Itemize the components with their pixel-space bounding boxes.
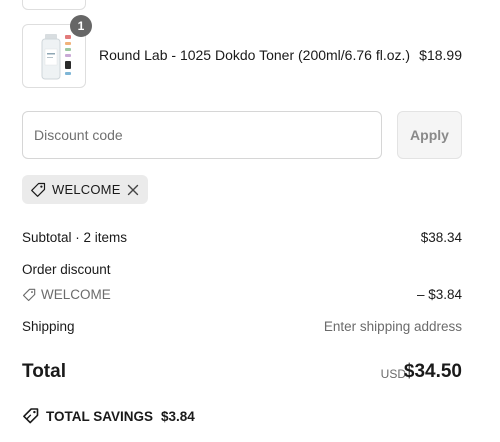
total-savings: TOTAL SAVINGS $3.84 — [22, 407, 195, 425]
total-savings-value: $3.84 — [161, 408, 195, 424]
shipping-label: Shipping — [22, 319, 75, 334]
order-discount-label: Order discount — [22, 262, 111, 277]
previous-product-thumbnail — [22, 0, 86, 10]
subtotal-value: $38.34 — [420, 230, 462, 245]
tag-icon — [22, 288, 36, 301]
product-price: $18.99 — [419, 47, 462, 63]
remove-discount-button[interactable] — [126, 183, 140, 197]
order-discount-value: – $3.84 — [416, 287, 462, 302]
apply-discount-button[interactable]: Apply — [397, 111, 462, 159]
applied-discount-chip: WELCOME — [22, 175, 148, 204]
subtotal-label: Subtotal · 2 items — [22, 230, 128, 245]
shipping-value: Enter shipping address — [323, 319, 462, 334]
total-currency: USD — [380, 367, 406, 381]
order-discount-code: WELCOME — [22, 287, 111, 302]
savings-tag-icon — [23, 408, 39, 424]
applied-discount-code: WELCOME — [52, 182, 121, 197]
close-icon — [127, 184, 139, 195]
discount-code-input[interactable] — [22, 111, 382, 159]
total-value: $34.50 — [403, 361, 462, 382]
total-savings-label: TOTAL SAVINGS — [46, 408, 154, 424]
total-label: Total — [22, 361, 66, 382]
product-name: Round Lab - 1025 Dokdo Toner (200ml/6.76… — [99, 47, 411, 63]
order-discount-code-text: WELCOME — [41, 287, 111, 302]
quantity-badge: 1 — [70, 15, 92, 37]
tag-icon — [31, 182, 46, 197]
